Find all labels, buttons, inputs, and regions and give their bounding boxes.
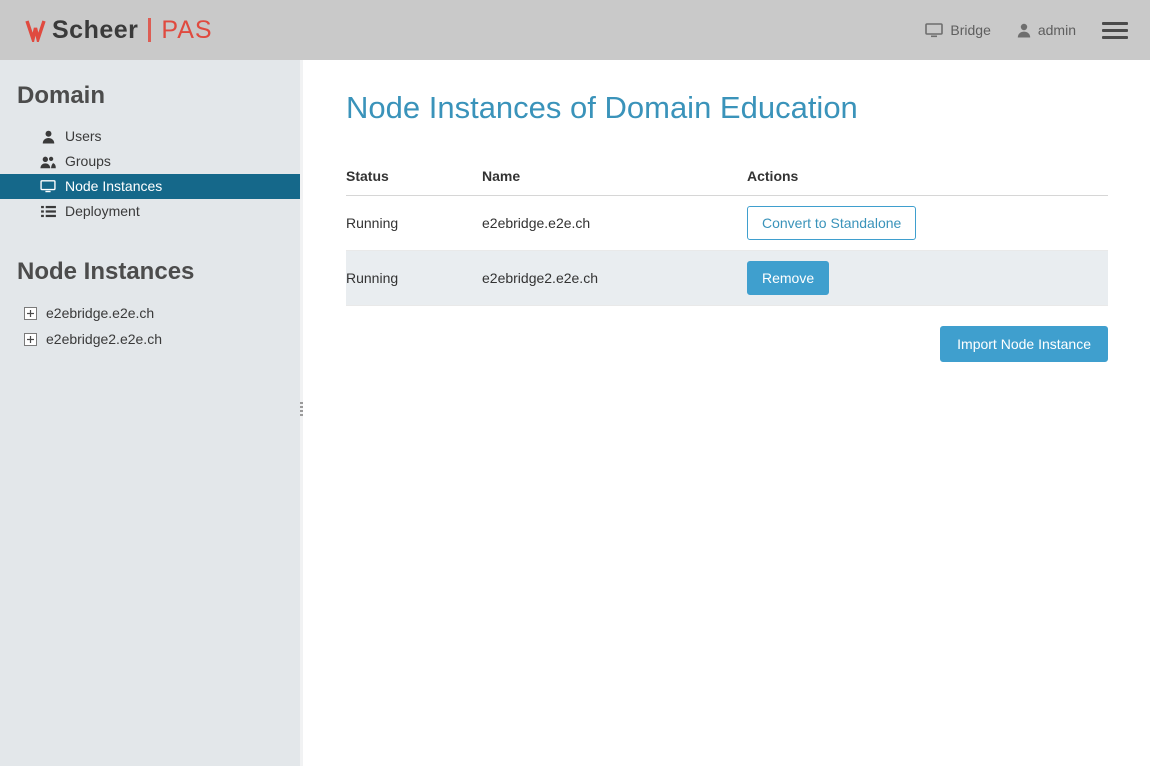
domain-menu: Users Groups [0,124,300,224]
plus-box-icon[interactable] [24,307,37,320]
app-body: Domain Users [0,60,1150,766]
page-title: Node Instances of Domain Education [346,90,1108,126]
import-node-instance-button[interactable]: Import Node Instance [940,326,1108,362]
main-content: Node Instances of Domain Education Statu… [303,60,1150,766]
column-header-status: Status [346,158,482,196]
logo-separator [148,18,151,42]
sidebar-item-groups[interactable]: Groups [0,149,300,174]
user-menu[interactable]: admin [1017,22,1076,38]
tree-item-label: e2ebridge2.e2e.ch [46,331,162,347]
monitor-icon [40,180,56,193]
status-cell: Running [346,196,482,251]
actions-cell: Remove [747,251,1108,306]
node-instances-table: Status Name Actions Running e2ebridge.e2… [346,158,1108,306]
scheer-logo-icon [24,18,46,42]
sidebar-item-label: Node Instances [65,178,162,195]
top-bar: Scheer PAS Bridge admin [0,0,1150,60]
column-header-name: Name [482,158,747,196]
logo-brand-text: Scheer [52,16,138,45]
splitter-handle-icon [300,406,303,408]
bridge-label: Bridge [950,22,990,38]
table-row: Running e2ebridge2.e2e.ch Remove [346,251,1108,306]
node-instances-tree: e2ebridge.e2e.ch e2ebridge2.e2e.ch [0,300,300,352]
tree-item-label: e2ebridge.e2e.ch [46,305,154,321]
name-cell: e2ebridge.e2e.ch [482,196,747,251]
hamburger-menu-icon[interactable] [1102,20,1128,41]
sidebar-item-node-instances[interactable]: Node Instances [0,174,300,199]
sidebar-item-label: Groups [65,153,111,170]
scheer-pas-logo[interactable]: Scheer PAS [24,16,213,45]
status-cell: Running [346,251,482,306]
sidebar-item-label: Users [65,128,102,145]
topbar-right: Bridge admin [925,20,1128,41]
tree-item-e2ebridge[interactable]: e2ebridge.e2e.ch [0,300,300,326]
logo-product-text: PAS [161,16,212,45]
user-icon [1017,23,1031,38]
name-cell: e2ebridge2.e2e.ch [482,251,747,306]
table-row: Running e2ebridge.e2e.ch Convert to Stan… [346,196,1108,251]
import-button-row: Import Node Instance [346,326,1108,362]
actions-cell: Convert to Standalone [747,196,1108,251]
sidebar-splitter[interactable] [300,60,303,766]
sidebar: Domain Users [0,60,300,766]
sidebar-item-label: Deployment [65,203,140,220]
users-icon [40,155,56,169]
sidebar-item-users[interactable]: Users [0,124,300,149]
bridge-link[interactable]: Bridge [925,22,990,38]
sidebar-domain-heading: Domain [0,82,300,110]
plus-box-icon[interactable] [24,333,37,346]
convert-to-standalone-button[interactable]: Convert to Standalone [747,206,916,240]
table-header-row: Status Name Actions [346,158,1108,196]
deployment-list-icon [40,205,56,218]
sidebar-node-instances-heading: Node Instances [0,258,300,286]
monitor-icon [925,23,943,38]
username-label: admin [1038,22,1076,38]
user-icon [40,130,56,144]
column-header-actions: Actions [747,158,1108,196]
tree-item-e2ebridge2[interactable]: e2ebridge2.e2e.ch [0,326,300,352]
sidebar-item-deployment[interactable]: Deployment [0,199,300,224]
remove-button[interactable]: Remove [747,261,829,295]
